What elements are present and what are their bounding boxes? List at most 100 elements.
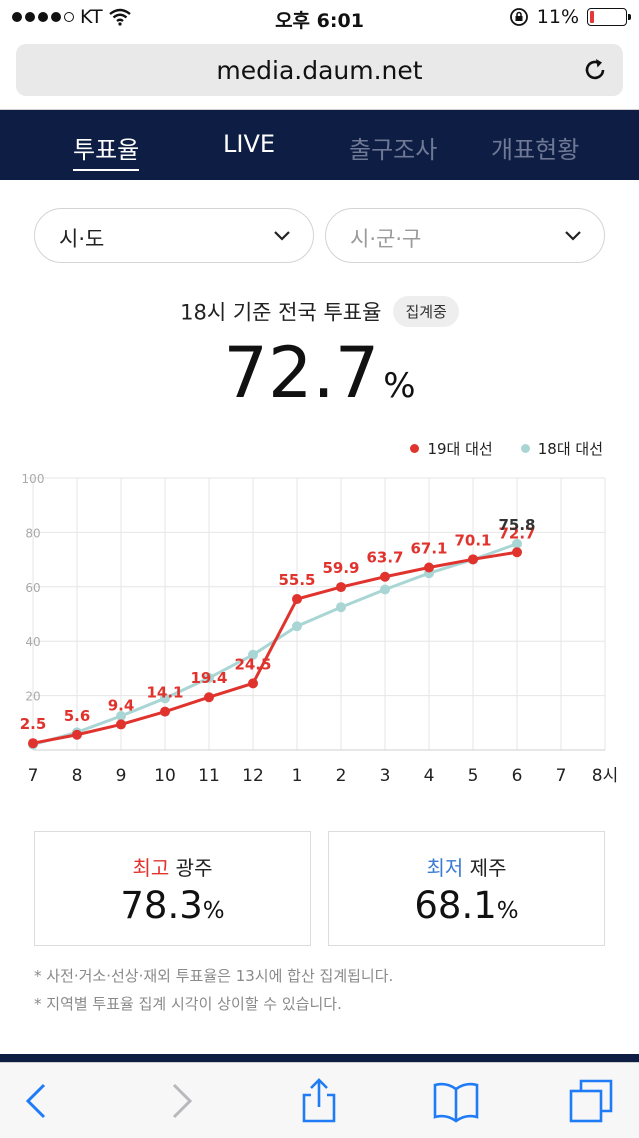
tab-turnout[interactable]: 투표율 (73, 130, 140, 171)
series-18-point (292, 621, 302, 632)
sido-select[interactable]: 시·도 (34, 208, 314, 263)
highest-prefix: 최고 (132, 856, 170, 880)
data-label: 70.1 (454, 531, 491, 549)
series-19-point (28, 738, 38, 749)
turnout-unit: % (383, 366, 416, 406)
x-tick-label: 9 (116, 766, 127, 786)
data-label-18: 75.8 (498, 516, 535, 534)
sigungu-select-label: 시·군·구 (350, 227, 422, 251)
tab-exit-poll[interactable]: 출구조사 (349, 130, 437, 165)
legend-dot-icon (520, 444, 530, 453)
legend-dot-icon (410, 444, 420, 453)
data-label: 9.4 (108, 696, 135, 714)
data-label: 55.5 (278, 571, 315, 589)
highest-title: 최고 광주 (35, 852, 310, 881)
series-19-point (292, 594, 302, 605)
series-19-point (512, 547, 522, 558)
x-tick-label: 7 (28, 766, 39, 786)
lowest-card: 최저 제주 68.1% (328, 831, 605, 946)
lowest-value: 68.1% (329, 884, 604, 927)
x-tick-label: 3 (380, 766, 391, 786)
y-tick-label: 20 (25, 690, 40, 704)
legend-item-19: 19대 대선 (410, 438, 493, 459)
sido-select-label: 시·도 (59, 227, 105, 251)
headline: 18시 기준 전국 투표율 집계중 (0, 296, 639, 327)
turnout-value: 72.7 (223, 332, 380, 414)
series-19-point (248, 678, 258, 689)
data-label: 63.7 (366, 549, 403, 567)
battery-icon (587, 8, 631, 26)
y-tick-label: 80 (25, 526, 40, 540)
x-tick-label: 6 (512, 766, 523, 786)
rotation-lock-icon (509, 8, 528, 26)
series-19-line (32, 550, 518, 745)
x-tick-label: 10 (154, 766, 176, 786)
series-19-point (72, 729, 82, 740)
chevron-down-icon (565, 231, 581, 241)
y-tick-label: 40 (25, 635, 40, 649)
highest-region: 광주 (175, 856, 213, 880)
legend-label: 19대 대선 (427, 440, 493, 458)
footnotes: * 사전·거소·선상·재외 투표율은 13시에 합산 집계됩니다. * 지역별 … (34, 962, 393, 1018)
turnout-line-chart: 204060801007 8 9 10 11 12 1 2 3 4 5 6 7 8시2.5 5.69.414… (20, 472, 619, 786)
footnote: * 지역별 투표율 집계 시각이 상이할 수 있습니다. (34, 995, 342, 1013)
data-label: 59.9 (322, 559, 359, 577)
series-19-point (380, 571, 390, 582)
back-icon[interactable] (14, 1077, 62, 1125)
reload-icon[interactable] (581, 56, 609, 84)
address-bar[interactable]: media.daum.net (16, 44, 623, 96)
battery-percent: 11% (536, 6, 579, 28)
status-bar: KT 오후 6:01 11% (0, 0, 639, 36)
bookmarks-icon[interactable] (432, 1077, 480, 1125)
sigungu-select[interactable]: 시·군·구 (325, 208, 605, 263)
highest-unit: % (202, 898, 225, 924)
chart-legend: 19대 대선 18대 대선 (410, 438, 603, 459)
x-tick-label: 4 (424, 766, 435, 786)
y-tick-label: 60 (25, 581, 40, 595)
series-18-point (380, 584, 390, 595)
x-tick-label: 2 (336, 766, 347, 786)
x-tick-label: 8시 (592, 766, 618, 786)
chevron-down-icon (274, 231, 290, 241)
legend-item-18: 18대 대선 (520, 438, 603, 459)
forward-icon[interactable] (156, 1077, 204, 1125)
headline-title: 18시 기준 전국 투표율 (180, 300, 382, 325)
x-tick-label: 5 (468, 766, 479, 786)
series-19-point (204, 692, 214, 703)
series-19-point (116, 719, 126, 730)
data-label: 24.5 (234, 655, 271, 673)
status-badge: 집계중 (393, 296, 459, 327)
series-18-point (336, 602, 346, 613)
battery-area: 11% (509, 6, 631, 28)
data-label: 14.1 (146, 684, 183, 702)
series-19-point (468, 554, 478, 565)
lowest-title: 최저 제주 (329, 852, 604, 881)
highest-value: 78.3% (35, 884, 310, 927)
x-tick-label: 11 (198, 766, 220, 786)
tabs-icon[interactable] (567, 1077, 615, 1125)
tab-live[interactable]: LIVE (223, 130, 275, 158)
footnote: * 사전·거소·선상·재외 투표율은 13시에 합산 집계됩니다. (34, 967, 394, 985)
browser-toolbar (0, 1062, 639, 1138)
tab-vote-count-label: 개표현황 (491, 136, 580, 164)
lowest-number: 68.1 (414, 884, 497, 927)
section-nav: 투표율 LIVE 출구조사 개표현황 (0, 110, 639, 180)
data-label: 2.5 (20, 715, 47, 733)
tab-vote-count[interactable]: 개표현황 (491, 130, 579, 165)
x-tick-label: 12 (242, 766, 264, 786)
x-tick-label: 8 (72, 766, 83, 786)
highest-card: 최고 광주 78.3% (34, 831, 311, 946)
tab-turnout-label: 투표율 (73, 136, 140, 164)
lowest-unit: % (496, 898, 519, 924)
active-tab-underline (73, 169, 140, 171)
y-tick-label: 100 (22, 472, 45, 486)
series-19-point (424, 562, 434, 573)
url-text[interactable]: media.daum.net (16, 56, 623, 85)
lowest-region: 제주 (469, 856, 507, 880)
share-icon[interactable] (295, 1077, 343, 1125)
x-tick-label: 1 (292, 766, 303, 786)
series-19-point (160, 706, 170, 717)
data-label: 67.1 (410, 539, 447, 557)
data-label: 5.6 (64, 707, 91, 725)
data-label: 19.4 (190, 669, 227, 687)
